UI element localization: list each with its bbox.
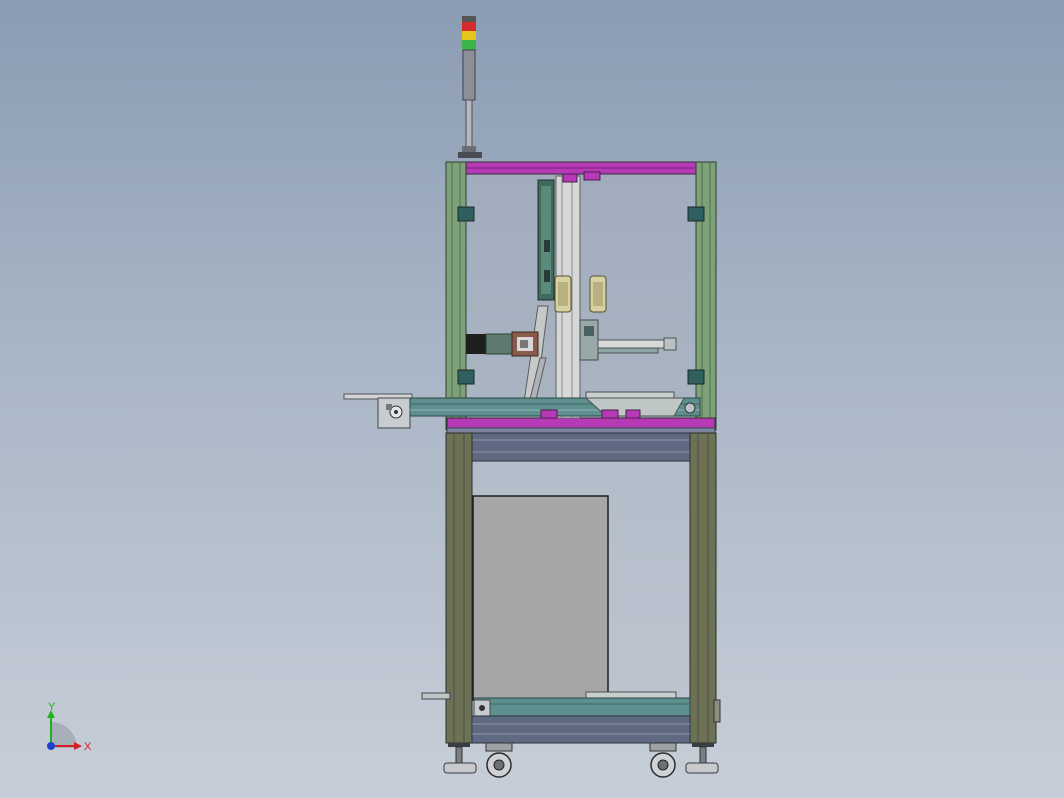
lower-conveyor-rail: [473, 697, 691, 717]
cad-viewport[interactable]: Y X: [0, 0, 1064, 798]
cabinet-bottom-beam: [471, 715, 691, 744]
conveyor-guide: [585, 391, 675, 399]
corner-bracket: [687, 206, 705, 222]
mid-beam: [446, 417, 716, 429]
lower-infeed-rod: [421, 692, 451, 700]
lift-top-cap: [583, 171, 601, 181]
corner-bracket: [457, 206, 475, 222]
table-plate: [446, 427, 716, 434]
lower-guide: [585, 691, 677, 699]
leveling-foot-stem: [455, 746, 463, 764]
signal-tower-body: [462, 49, 476, 101]
signal-tower-mount: [462, 146, 476, 152]
signal-tower: [458, 16, 482, 158]
signal-tower-red-lamp: [462, 22, 476, 31]
feet-and-casters: [443, 742, 719, 778]
signal-tower-green-lamp: [462, 40, 476, 50]
lower-cabinet: [421, 432, 721, 744]
leveling-foot: [443, 762, 477, 774]
corner-bracket: [457, 369, 475, 385]
signal-tower-cap: [462, 16, 476, 22]
signal-tower-base: [458, 152, 482, 158]
upper-left-column: [445, 161, 467, 431]
upper-right-column: [695, 161, 717, 431]
lower-right-leg: [689, 432, 717, 744]
signal-tower-yellow-lamp: [462, 31, 476, 40]
machine-drawing: Y X: [47, 16, 721, 778]
upper-enclosure: [445, 161, 717, 434]
lift-top-cap: [562, 173, 578, 183]
coordinate-triad: Y X: [47, 701, 92, 753]
leveling-foot: [685, 762, 719, 774]
y-axis-label: Y: [48, 701, 56, 713]
signal-tower-pole: [465, 99, 473, 153]
cylinder-body: [466, 334, 486, 354]
electrical-panel: [472, 495, 609, 701]
slide-rail: [597, 339, 675, 349]
x-axis-label: X: [84, 741, 92, 753]
leveling-foot-stem: [699, 746, 707, 764]
cylinder-sleeve: [485, 333, 513, 355]
cabinet-top-beam: [471, 432, 691, 462]
z-axis-dot: [47, 742, 55, 750]
horizontal-cylinder: [466, 331, 539, 357]
corner-bracket: [687, 369, 705, 385]
